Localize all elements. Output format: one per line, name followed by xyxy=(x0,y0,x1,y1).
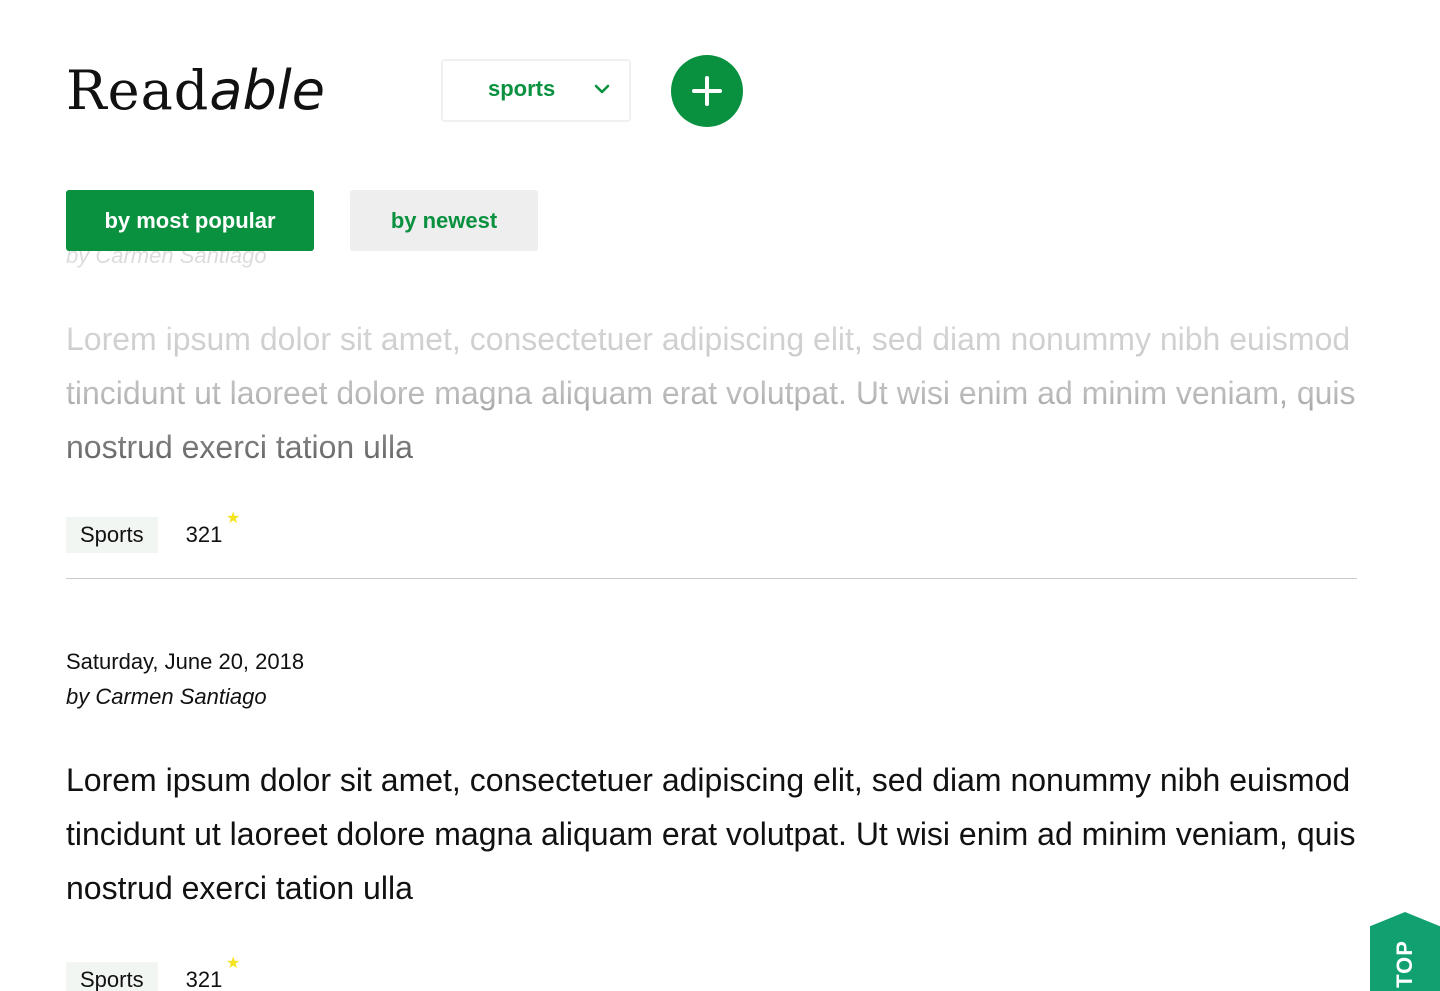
logo-text-accent: able xyxy=(209,59,325,122)
sort-by-newest-button[interactable]: by newest xyxy=(350,190,538,251)
scroll-to-top-label: TOP xyxy=(1392,940,1417,988)
star-icon: ★ xyxy=(225,955,241,972)
post-date: Saturday, June 20, 2018 xyxy=(66,649,305,674)
post-body: Lorem ipsum dolor sit amet, consectetuer… xyxy=(66,312,1357,474)
star-icon: ★ xyxy=(225,510,241,527)
category-filter-value: sports xyxy=(488,76,556,101)
category-tag[interactable]: Sports xyxy=(66,517,158,553)
app-logo[interactable]: Readable xyxy=(66,62,325,120)
post-card[interactable]: by Carmen Santiago Lorem ipsum dolor sit… xyxy=(66,232,1357,579)
vote-score-value: 321 xyxy=(185,967,223,991)
post-body: Lorem ipsum dolor sit amet, consectetuer… xyxy=(66,762,1356,906)
logo-text-main: Read xyxy=(66,59,210,122)
post-author: by Carmen Santiago xyxy=(66,684,267,709)
vote-score[interactable]: 321 ★ xyxy=(182,956,241,991)
chevron-down-icon xyxy=(594,84,610,94)
post-card[interactable]: Saturday, June 20, 2018 by Carmen Santia… xyxy=(66,645,1357,991)
vote-score[interactable]: 321 ★ xyxy=(182,511,241,553)
scroll-to-top-button[interactable]: TOP xyxy=(1370,912,1440,991)
category-tag[interactable]: Sports xyxy=(66,962,158,991)
plus-icon xyxy=(692,76,722,106)
sort-by-popular-button[interactable]: by most popular xyxy=(66,190,314,251)
post-meta: Sports 321 ★ xyxy=(66,956,241,991)
add-post-button[interactable] xyxy=(671,55,743,127)
post-meta: Sports 321 ★ xyxy=(66,511,241,553)
category-filter-dropdown[interactable]: sports xyxy=(441,59,631,122)
vote-score-value: 321 xyxy=(185,522,223,547)
